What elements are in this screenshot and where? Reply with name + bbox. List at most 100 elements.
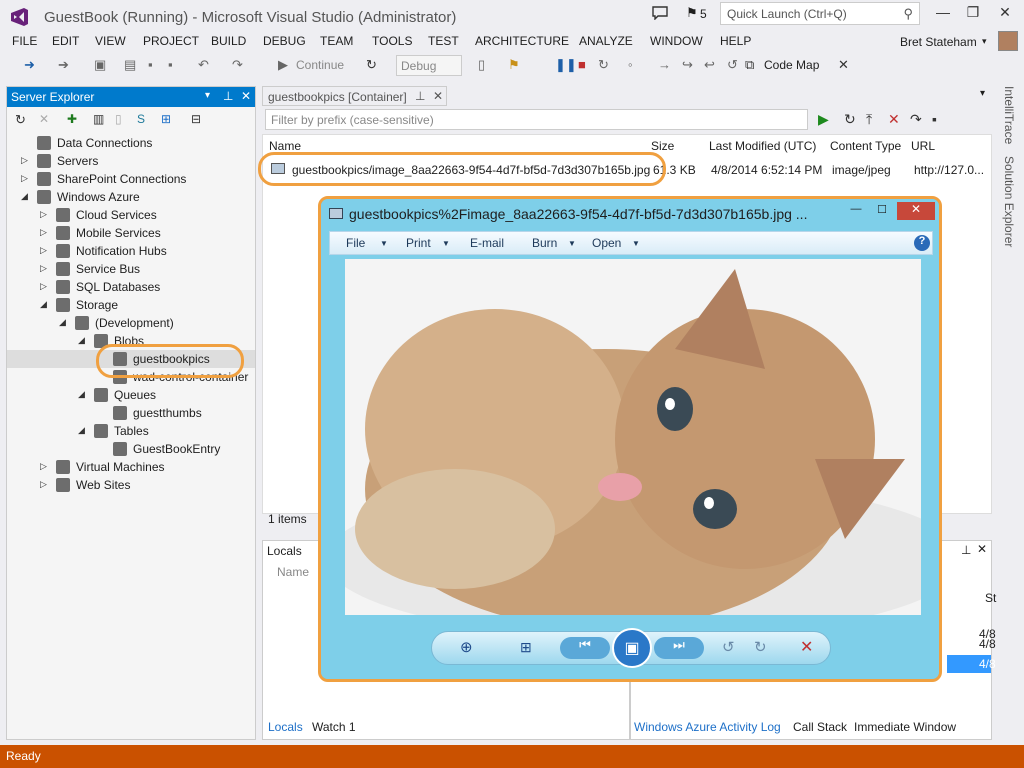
- collapse-arrow-icon[interactable]: ◢: [78, 335, 88, 346]
- viewer-maximize-button[interactable]: ☐: [871, 203, 893, 219]
- tree-item[interactable]: ▷ Servers: [7, 152, 255, 170]
- viewer-close-button[interactable]: ✕: [897, 202, 935, 220]
- tree-item[interactable]: GuestBookEntry: [7, 440, 255, 458]
- search-icon[interactable]: ⚲: [903, 6, 913, 22]
- expand-arrow-icon[interactable]: ▷: [40, 461, 50, 472]
- menu-help[interactable]: HELP: [720, 34, 751, 48]
- refresh-icon[interactable]: ↻: [15, 112, 26, 128]
- collapse-arrow-icon[interactable]: ◢: [78, 389, 88, 400]
- panel-close-icon[interactable]: ✕: [241, 89, 251, 103]
- tab-immediate[interactable]: Immediate Window: [854, 720, 956, 734]
- tree-item[interactable]: Data Connections: [7, 134, 255, 152]
- zoom-icon[interactable]: ⊕: [460, 638, 473, 656]
- column-content-type[interactable]: Content Type: [830, 139, 901, 153]
- menu-project[interactable]: PROJECT: [143, 34, 199, 48]
- cmd-open[interactable]: Open: [592, 236, 621, 250]
- expand-arrow-icon[interactable]: ▷: [40, 263, 50, 274]
- tree-item[interactable]: guestthumbs: [7, 404, 255, 422]
- panel-close-icon[interactable]: ✕: [977, 542, 987, 556]
- expand-arrow-icon[interactable]: ▷: [40, 209, 50, 220]
- collapse-arrow-icon[interactable]: ◢: [40, 299, 50, 310]
- menu-debug[interactable]: DEBUG: [263, 34, 306, 48]
- minimize-button[interactable]: —: [930, 4, 956, 24]
- connect-server-icon[interactable]: ▥: [93, 112, 104, 126]
- column-size[interactable]: Size: [651, 139, 674, 153]
- tree-item[interactable]: ▷ Service Bus: [7, 260, 255, 278]
- menu-tools[interactable]: TOOLS: [372, 34, 412, 48]
- column-name[interactable]: Name: [269, 139, 301, 153]
- redo-icon[interactable]: ↷: [232, 57, 243, 73]
- expand-arrow-icon[interactable]: ▷: [21, 173, 31, 184]
- code-map-icon[interactable]: ⧉: [745, 57, 754, 73]
- previous-button[interactable]: ⏮: [560, 637, 610, 659]
- tab-solution-explorer[interactable]: Solution Explorer: [1002, 156, 1016, 247]
- tab-close-icon[interactable]: ✕: [433, 89, 443, 103]
- open-file-icon[interactable]: ▤: [124, 57, 136, 73]
- quick-launch-input[interactable]: Quick Launch (Ctrl+Q) ⚲: [720, 2, 920, 25]
- cmd-email[interactable]: E-mail: [470, 236, 504, 250]
- upload-blob-icon[interactable]: ⤒: [866, 111, 872, 128]
- tree-item[interactable]: ◢ Tables: [7, 422, 255, 440]
- tab-azure-activity-log[interactable]: Windows Azure Activity Log: [634, 720, 781, 734]
- restart-icon[interactable]: ↻: [598, 57, 609, 73]
- show-next-icon[interactable]: ◦: [628, 57, 633, 72]
- feedback-icon[interactable]: [652, 6, 668, 20]
- tree-item[interactable]: ◢ Queues: [7, 386, 255, 404]
- code-map-button[interactable]: Code Map: [764, 58, 819, 72]
- tree-item[interactable]: ▷ Mobile Services: [7, 224, 255, 242]
- delete-icon[interactable]: ✕: [800, 637, 813, 657]
- tree-item[interactable]: ▷ SQL Databases: [7, 278, 255, 296]
- menu-view[interactable]: VIEW: [95, 34, 126, 48]
- configuration-dropdown[interactable]: Debug: [396, 55, 462, 76]
- slideshow-button[interactable]: ▣: [612, 628, 652, 668]
- step-over-icon[interactable]: ↪: [682, 57, 693, 73]
- sharepoint-icon[interactable]: S: [137, 112, 145, 126]
- collapse-arrow-icon[interactable]: ◢: [21, 191, 31, 202]
- connect-database-icon[interactable]: ✚: [67, 112, 77, 126]
- menu-test[interactable]: TEST: [428, 34, 459, 48]
- continue-icon[interactable]: ▶: [278, 57, 288, 73]
- new-project-icon[interactable]: ▣: [94, 57, 106, 73]
- column-modified[interactable]: Last Modified (UTC): [709, 139, 816, 153]
- tab-watch[interactable]: Watch 1: [312, 720, 356, 734]
- delete-blob-icon[interactable]: ✕: [888, 111, 900, 128]
- help-icon[interactable]: ?: [914, 235, 930, 251]
- tab-dropdown-icon[interactable]: ▾: [980, 88, 985, 99]
- user-name[interactable]: Bret Stateham: [900, 35, 977, 49]
- cmd-file[interactable]: File: [346, 236, 365, 250]
- refresh-icon[interactable]: ↻: [844, 111, 856, 128]
- tab-locals[interactable]: Locals: [268, 720, 303, 734]
- step-out-icon[interactable]: ↩: [704, 57, 715, 73]
- tree-item[interactable]: ▷ Web Sites: [7, 476, 255, 494]
- pin-icon[interactable]: ⊥: [961, 543, 971, 557]
- tree-item[interactable]: ▷ Cloud Services: [7, 206, 255, 224]
- tree-item[interactable]: ◢ Windows Azure: [7, 188, 255, 206]
- save-all-icon[interactable]: ▪: [168, 57, 173, 72]
- menu-analyze[interactable]: ANALYZE: [579, 34, 633, 48]
- expand-arrow-icon[interactable]: ▷: [40, 245, 50, 256]
- step-into-icon[interactable]: →: [658, 57, 671, 72]
- forward-icon[interactable]: ➔: [58, 57, 69, 73]
- pin-icon[interactable]: ⊥: [415, 89, 425, 103]
- tab-intellitrace[interactable]: IntelliTrace: [1002, 86, 1016, 144]
- windows-azure-icon[interactable]: ⊞: [161, 112, 171, 126]
- menu-edit[interactable]: EDIT: [52, 34, 79, 48]
- panel-menu-icon[interactable]: ▾: [205, 90, 210, 101]
- tree-item[interactable]: ◢ Storage: [7, 296, 255, 314]
- cmd-burn[interactable]: Burn: [532, 236, 557, 250]
- tree-item[interactable]: ▷ Notification Hubs: [7, 242, 255, 260]
- restore-button[interactable]: ❐: [960, 4, 986, 24]
- next-button[interactable]: ⏭: [654, 637, 704, 659]
- menu-file[interactable]: FILE: [12, 34, 37, 48]
- collapse-arrow-icon[interactable]: ◢: [78, 425, 88, 436]
- tab-call-stack[interactable]: Call Stack: [793, 720, 847, 734]
- refresh-icon[interactable]: ↻: [366, 57, 377, 73]
- actual-size-icon[interactable]: ⊞: [520, 639, 532, 656]
- continue-button[interactable]: Continue: [296, 58, 344, 72]
- pause-icon[interactable]: ❚❚: [555, 57, 577, 73]
- close-button[interactable]: ✕: [992, 4, 1018, 24]
- expand-arrow-icon[interactable]: ▷: [40, 281, 50, 292]
- pin-icon[interactable]: ⊥: [223, 89, 233, 103]
- tree-view-icon[interactable]: ⊟: [191, 112, 201, 126]
- column-url[interactable]: URL: [911, 139, 935, 153]
